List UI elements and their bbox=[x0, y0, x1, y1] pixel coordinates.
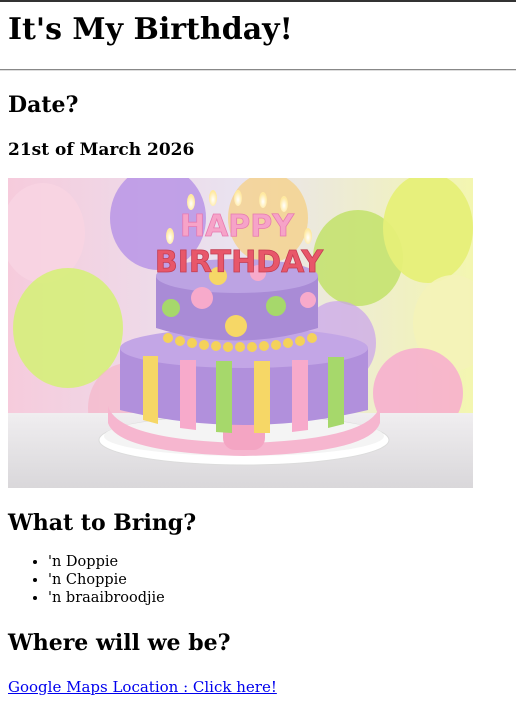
list-item: 'n braaibroodjie bbox=[48, 589, 508, 607]
list-item: 'n Doppie bbox=[48, 553, 508, 571]
google-maps-link[interactable]: Google Maps Location : Click here! bbox=[8, 678, 277, 696]
cake-candle-text-birthday: BIRTHDAY bbox=[155, 245, 325, 280]
date-heading: Date? bbox=[8, 92, 79, 118]
date-value: 21st of March 2026 bbox=[8, 140, 195, 160]
page-title: It's My Birthday! bbox=[8, 12, 293, 47]
list-item: 'n Choppie bbox=[48, 571, 508, 589]
bring-list: 'n Doppie 'n Choppie 'n braaibroodjie bbox=[8, 553, 508, 607]
map-link-paragraph: Google Maps Location : Click here! bbox=[8, 677, 508, 697]
page-content: It's My Birthday! Date? 21st of March 20… bbox=[0, 12, 516, 697]
birthday-cake-image: HAPPY BIRTHDAY bbox=[8, 178, 473, 488]
where-heading: Where will we be? bbox=[8, 630, 231, 656]
cake-candle-text-happy: HAPPY bbox=[180, 209, 295, 244]
bring-heading: What to Bring? bbox=[8, 510, 197, 536]
title-divider bbox=[0, 69, 516, 71]
